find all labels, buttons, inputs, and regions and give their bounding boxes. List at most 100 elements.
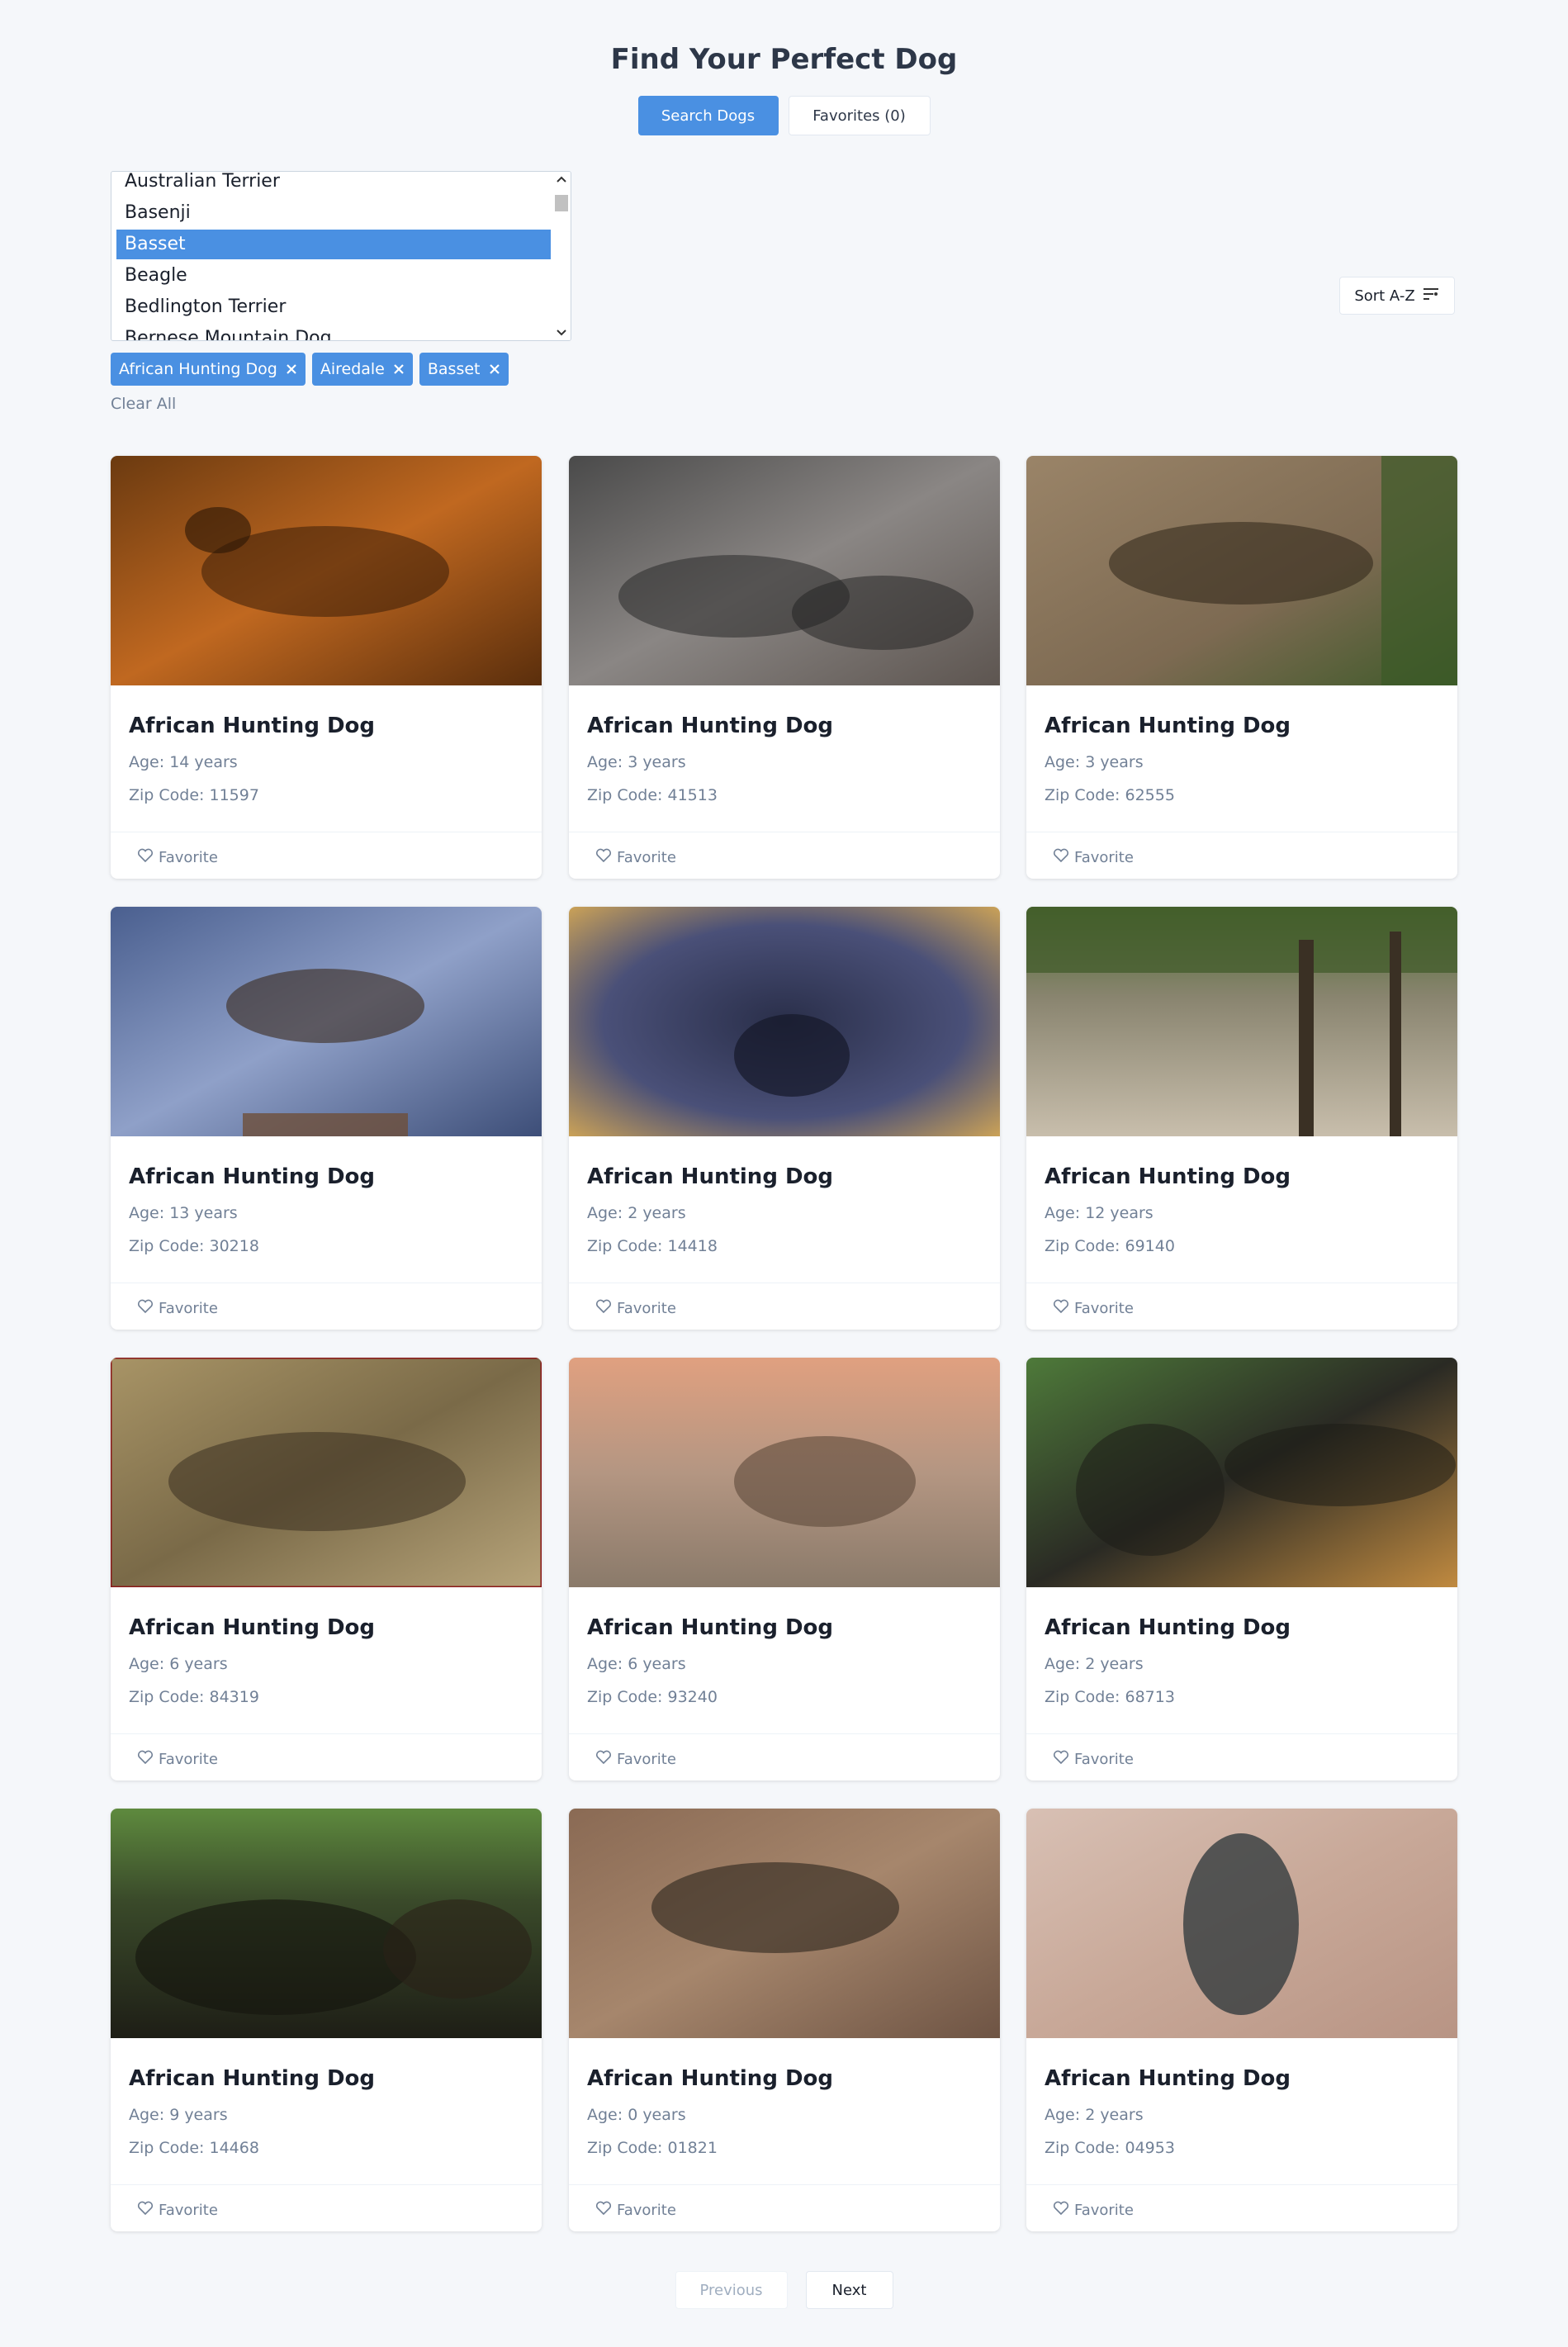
heart-icon — [137, 848, 154, 867]
breed-option[interactable]: Beagle — [116, 261, 551, 291]
filter-chip[interactable]: Basset — [419, 353, 509, 386]
dog-photo — [111, 1358, 542, 1587]
dog-card: African Hunting Dog Age: 12 years Zip Co… — [1026, 907, 1457, 1330]
breed-select-list[interactable]: Australian Terrier Basenji Basset Beagle… — [111, 171, 571, 341]
breed-option[interactable]: Bedlington Terrier — [116, 292, 551, 322]
dog-photo — [1026, 1809, 1457, 2038]
scroll-down-icon[interactable] — [552, 325, 571, 340]
dog-zip: Zip Code: 62555 — [1045, 786, 1175, 804]
dog-name: African Hunting Dog — [1045, 2066, 1291, 2091]
card-divider — [1026, 1733, 1457, 1734]
dog-zip: Zip Code: 84319 — [129, 1688, 259, 1706]
dog-zip: Zip Code: 14418 — [587, 1237, 718, 1255]
favorite-button[interactable]: Favorite — [595, 2195, 676, 2225]
dog-card: African Hunting Dog Age: 6 years Zip Cod… — [111, 1358, 542, 1780]
favorite-button[interactable]: Favorite — [595, 842, 676, 872]
favorite-button[interactable]: Favorite — [1053, 842, 1134, 872]
heart-icon — [137, 1750, 154, 1769]
favorite-button[interactable]: Favorite — [1053, 1744, 1134, 1774]
dog-card: African Hunting Dog Age: 9 years Zip Cod… — [111, 1809, 542, 2231]
close-icon[interactable] — [286, 363, 297, 375]
tab-favorites[interactable]: Favorites (0) — [788, 96, 931, 135]
dog-card: African Hunting Dog Age: 6 years Zip Cod… — [569, 1358, 1000, 1780]
heart-icon — [1053, 1299, 1069, 1318]
dog-photo — [569, 1809, 1000, 2038]
dog-name: African Hunting Dog — [1045, 1615, 1291, 1640]
heart-icon — [137, 1299, 154, 1318]
favorite-button[interactable]: Favorite — [1053, 1293, 1134, 1323]
dog-age: Age: 14 years — [129, 753, 238, 771]
dog-age: Age: 2 years — [1045, 1655, 1144, 1673]
dog-zip: Zip Code: 93240 — [587, 1688, 718, 1706]
dog-card: African Hunting Dog Age: 13 years Zip Co… — [111, 907, 542, 1330]
favorite-button[interactable]: Favorite — [595, 1744, 676, 1774]
dog-name: African Hunting Dog — [129, 2066, 376, 2091]
heart-icon — [1053, 2201, 1069, 2220]
scroll-up-icon[interactable] — [552, 172, 571, 187]
dog-age: Age: 9 years — [129, 2106, 228, 2124]
favorite-label: Favorite — [159, 1299, 218, 1317]
dog-zip: Zip Code: 14468 — [129, 2139, 259, 2157]
favorite-button[interactable]: Favorite — [1053, 2195, 1134, 2225]
dog-zip: Zip Code: 69140 — [1045, 1237, 1175, 1255]
breed-option[interactable]: Bernese Mountain Dog — [116, 324, 551, 340]
favorite-label: Favorite — [617, 848, 676, 866]
card-divider — [1026, 2184, 1457, 2185]
filter-chip[interactable]: African Hunting Dog — [111, 353, 306, 386]
heart-icon — [595, 848, 612, 867]
heart-icon — [1053, 1750, 1069, 1769]
dog-age: Age: 0 years — [587, 2106, 686, 2124]
dog-zip: Zip Code: 68713 — [1045, 1688, 1175, 1706]
favorite-button[interactable]: Favorite — [137, 1744, 218, 1774]
sort-lines-icon — [1422, 287, 1440, 306]
next-button[interactable]: Next — [805, 2271, 893, 2309]
heart-icon — [595, 1750, 612, 1769]
card-divider — [111, 1733, 542, 1734]
close-icon[interactable] — [489, 363, 500, 375]
chip-label: Airedale — [320, 360, 385, 378]
card-divider — [569, 1733, 1000, 1734]
dog-card: African Hunting Dog Age: 2 years Zip Cod… — [1026, 1809, 1457, 2231]
clear-all-link[interactable]: Clear All — [111, 395, 176, 413]
dog-name: African Hunting Dog — [1045, 1164, 1291, 1189]
pagination: Previous Next — [0, 2271, 1568, 2309]
dog-card: African Hunting Dog Age: 3 years Zip Cod… — [569, 456, 1000, 879]
dog-zip: Zip Code: 04953 — [1045, 2139, 1175, 2157]
heart-icon — [595, 1299, 612, 1318]
dog-age: Age: 3 years — [587, 753, 686, 771]
favorite-button[interactable]: Favorite — [595, 1293, 676, 1323]
dog-zip: Zip Code: 41513 — [587, 786, 718, 804]
dog-card: African Hunting Dog Age: 0 years Zip Cod… — [569, 1809, 1000, 2231]
card-divider — [111, 2184, 542, 2185]
tab-search-dogs[interactable]: Search Dogs — [637, 96, 779, 135]
dog-age: Age: 12 years — [1045, 1204, 1153, 1222]
filter-chips: African Hunting Dog Airedale Basset — [111, 353, 509, 386]
breed-list-scrollbar[interactable] — [552, 172, 571, 340]
close-icon[interactable] — [393, 363, 405, 375]
dog-photo — [111, 907, 542, 1136]
dog-name: African Hunting Dog — [129, 714, 376, 738]
scroll-thumb[interactable] — [555, 195, 568, 211]
breed-option-selected[interactable]: Basset — [116, 230, 551, 259]
heart-icon — [595, 2201, 612, 2220]
chip-label: African Hunting Dog — [119, 360, 277, 378]
dog-name: African Hunting Dog — [587, 714, 834, 738]
favorite-label: Favorite — [1074, 1299, 1134, 1317]
dog-name: African Hunting Dog — [129, 1615, 376, 1640]
dog-name: African Hunting Dog — [587, 2066, 834, 2091]
breed-option[interactable]: Australian Terrier — [116, 172, 551, 197]
filter-chip[interactable]: Airedale — [311, 353, 413, 386]
dog-age: Age: 2 years — [587, 1204, 686, 1222]
dog-photo — [569, 456, 1000, 685]
sort-button[interactable]: Sort A-Z — [1339, 277, 1455, 315]
favorite-button[interactable]: Favorite — [137, 842, 218, 872]
favorite-button[interactable]: Favorite — [137, 1293, 218, 1323]
favorite-button[interactable]: Favorite — [137, 2195, 218, 2225]
dog-card: African Hunting Dog Age: 14 years Zip Co… — [111, 456, 542, 879]
dog-photo — [1026, 456, 1457, 685]
tab-bar: Search Dogs Favorites (0) — [0, 96, 1568, 135]
dog-name: African Hunting Dog — [587, 1615, 834, 1640]
previous-button[interactable]: Previous — [675, 2271, 788, 2309]
dog-photo — [569, 907, 1000, 1136]
breed-option[interactable]: Basenji — [116, 198, 551, 228]
